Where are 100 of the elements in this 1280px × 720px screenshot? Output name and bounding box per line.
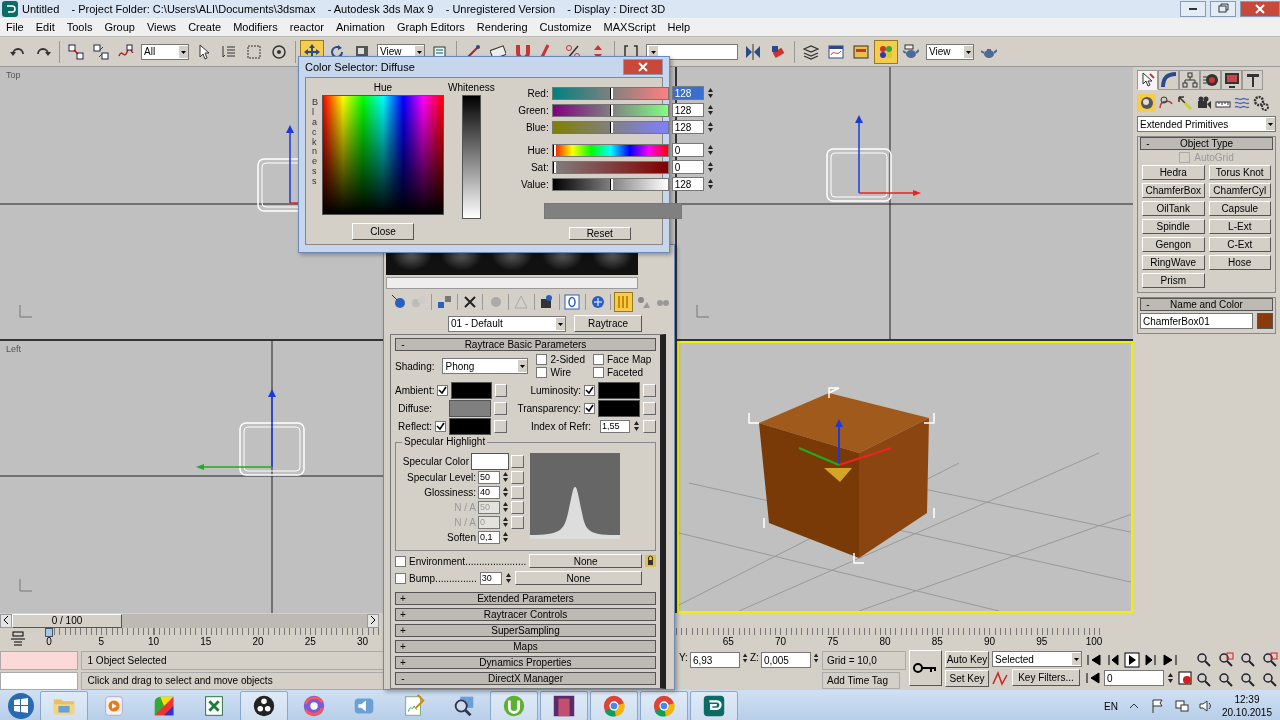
time-slider[interactable]: 0 / 100: [12, 613, 367, 628]
dropdown[interactable]: View: [926, 43, 974, 60]
checkbox-label: AutoGrid: [1194, 152, 1234, 163]
time-slider-thumb[interactable]: 0 / 100: [12, 613, 122, 628]
color-label: Ambient:: [395, 384, 435, 396]
clock-time[interactable]: 12:39: [1234, 693, 1260, 706]
refraction-field[interactable]: 1,55: [600, 419, 630, 433]
parameter-field[interactable]: 40: [478, 485, 500, 499]
menu-item[interactable]: reactor: [283, 21, 331, 33]
y-label: Y:: [679, 652, 688, 663]
menu-item[interactable]: MAXScript: [597, 21, 662, 33]
window-title: Untitled - Project Folder: C:\Users\ALI\Documents\3dsmax - Autodesk 3ds Max 9 - Unregistered Version - Display : Direct 3D: [22, 3, 667, 15]
amount-field[interactable]: 30: [479, 571, 502, 585]
y-coordinate-field[interactable]: 6,93: [689, 652, 740, 668]
rollout-header[interactable]: + Extended Parameters: [395, 592, 656, 605]
value-field[interactable]: 0: [671, 160, 704, 174]
menu-item[interactable]: Modifiers: [227, 21, 284, 33]
menu-item[interactable]: Animation: [330, 21, 391, 33]
primitive-button[interactable]: L-Ext: [1208, 219, 1271, 234]
color-label: Luminosity:: [530, 384, 581, 396]
dropdown[interactable]: All: [141, 43, 189, 60]
rollout-header[interactable]: + Raytracer Controls: [395, 608, 656, 621]
close-button[interactable]: Close: [352, 222, 414, 240]
z-coordinate-field[interactable]: 0,005: [760, 652, 811, 668]
channel-label: Green:: [517, 104, 549, 116]
rollout-header[interactable]: - DirectX Manager: [395, 672, 656, 685]
rollout-header[interactable]: + SuperSampling: [395, 624, 656, 637]
menu-item[interactable]: Customize: [533, 21, 598, 33]
primitive-button[interactable]: Gengon: [1142, 237, 1205, 252]
frame-number: 80: [879, 636, 891, 647]
channel-label: Sat:: [529, 161, 549, 173]
value-field[interactable]: 128: [671, 120, 704, 134]
set-key-mode-button[interactable]: Set Key: [945, 670, 989, 687]
channel-label: Hue:: [526, 144, 549, 156]
key-mode-dropdown[interactable]: Selected: [992, 651, 1082, 667]
primitive-button[interactable]: OilTank: [1142, 201, 1205, 216]
option-label: 2-Sided: [550, 354, 585, 365]
rollout-header[interactable]: + Maps: [395, 640, 656, 653]
channel-label: Blue:: [524, 121, 549, 133]
language-indicator[interactable]: EN: [1104, 700, 1118, 712]
frame-number: 20: [252, 636, 264, 647]
channel-label: Value:: [520, 178, 549, 190]
primitive-button[interactable]: Hose: [1208, 255, 1271, 270]
name-field[interactable]: ChamferBox01: [1140, 313, 1253, 329]
primitive-button[interactable]: Torus Knot: [1208, 165, 1271, 180]
color-label: Reflect:: [398, 420, 432, 432]
key-filters-button[interactable]: Key Filters...: [1012, 669, 1080, 686]
primitive-button[interactable]: C-Ext: [1208, 237, 1271, 252]
frame-number: 5: [98, 636, 105, 647]
map-slot-button[interactable]: None: [514, 571, 642, 585]
primitive-button[interactable]: Capsule: [1208, 201, 1271, 216]
menu-item[interactable]: File: [0, 21, 30, 33]
value-field[interactable]: 0: [671, 143, 704, 157]
auto-key-button[interactable]: Auto Key: [945, 651, 989, 668]
rollout-header[interactable]: - Name and Color: [1140, 298, 1273, 311]
primitive-button[interactable]: Prism: [1142, 273, 1205, 288]
rollout-header[interactable]: - Object Type: [1140, 137, 1273, 150]
menu-item[interactable]: Create: [182, 21, 228, 33]
menu-item[interactable]: Tools: [60, 21, 99, 33]
frame-number: 10: [147, 636, 160, 647]
shading-label: Shading:: [395, 360, 435, 372]
parameter-label: Specular Level:: [407, 471, 476, 483]
hue-label: Hue: [373, 82, 393, 93]
parameter-field[interactable]: 0,1: [478, 530, 500, 544]
shading-dropdown[interactable]: Phong: [442, 358, 529, 374]
category-dropdown[interactable]: Extended Primitives: [1137, 116, 1276, 132]
menu-item[interactable]: Help: [661, 21, 697, 33]
primitive-button[interactable]: Hedra: [1142, 165, 1205, 180]
rollout-header[interactable]: - Raytrace Basic Parameters: [395, 338, 656, 351]
value-field[interactable]: 128: [671, 177, 704, 191]
map-label: Environment......................: [409, 555, 527, 567]
channel-label: Red:: [526, 87, 549, 99]
add-time-tag-button[interactable]: Add Time Tag: [822, 672, 900, 689]
clock-date[interactable]: 20.10.2015: [1221, 706, 1272, 719]
blackness-label: Blackness: [312, 98, 318, 189]
parameter-field[interactable]: 50: [478, 470, 500, 484]
material-type-button[interactable]: Raytrace: [574, 315, 642, 332]
viewport-label[interactable]: Top: [6, 70, 21, 80]
menu-item[interactable]: Rendering: [470, 21, 534, 33]
menu-item[interactable]: Views: [140, 21, 183, 33]
parameter-label: Glossiness:: [424, 486, 476, 498]
color-label: Diffuse:: [398, 402, 432, 414]
frame-number: 75: [827, 636, 839, 647]
map-slot-button[interactable]: None: [529, 554, 642, 568]
menu-item[interactable]: Group: [98, 21, 141, 33]
menu-item[interactable]: Graph Editors: [390, 21, 471, 33]
frame-field[interactable]: 0: [1104, 670, 1164, 686]
viewport-label[interactable]: Left: [6, 344, 21, 354]
frame-number: 25: [304, 636, 316, 647]
value-field[interactable]: 128: [671, 86, 704, 100]
value-field[interactable]: 128: [671, 103, 704, 117]
primitive-button[interactable]: ChamferBox: [1142, 183, 1205, 198]
menu-item[interactable]: Edit: [29, 21, 61, 33]
option-label: Wire: [550, 367, 572, 378]
reset-button[interactable]: Reset: [568, 227, 631, 240]
primitive-button[interactable]: Spindle: [1142, 219, 1205, 234]
primitive-button[interactable]: ChamferCyl: [1208, 183, 1271, 198]
material-name-dropdown[interactable]: 01 - Default: [448, 315, 566, 332]
primitive-button[interactable]: RingWave: [1142, 255, 1205, 270]
rollout-header[interactable]: + Dynamics Properties: [395, 656, 656, 669]
